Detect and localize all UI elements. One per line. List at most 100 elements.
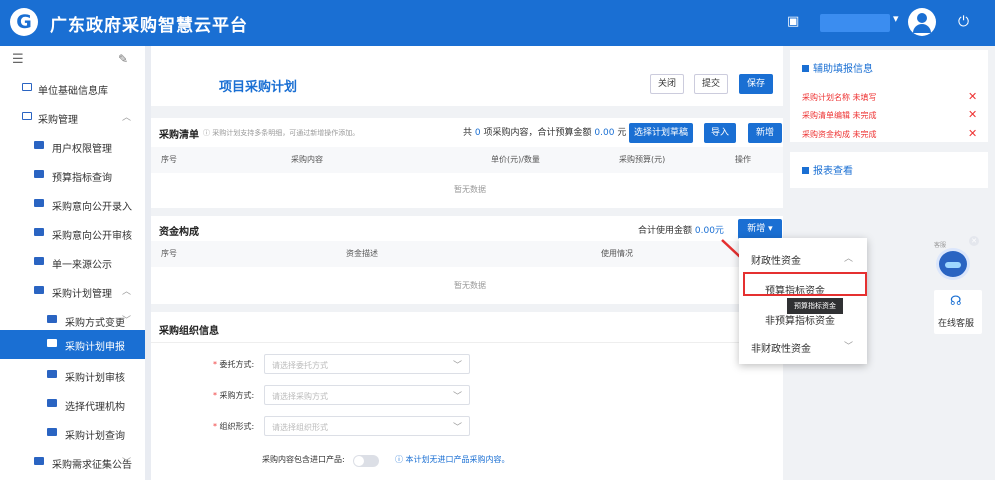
dropdown-item-label: 非财政性资金 bbox=[751, 344, 811, 355]
robot-badge: 客服 bbox=[934, 242, 947, 249]
sidebar-item-label: 采购意向公开审核 bbox=[52, 231, 132, 242]
main-content: 项目采购计划 关闭 提交 保存 采购清单 ⓘ 采购计划支持多条明细，可通过新增操… bbox=[151, 46, 783, 480]
total-label: 合计使用金额 bbox=[638, 226, 693, 236]
import-label: 采购内容包含进口产品: bbox=[262, 455, 345, 464]
add-item-button[interactable]: 新增 bbox=[748, 123, 782, 143]
select-draft-button[interactable]: 选择计划草稿 bbox=[629, 123, 693, 143]
sidebar-toolbar: ☰ ✎ bbox=[0, 46, 145, 74]
import-toggle[interactable] bbox=[353, 455, 379, 467]
column-header: 操作 bbox=[735, 155, 751, 164]
method-select[interactable]: 请选择采购方式 ﹀ bbox=[264, 385, 470, 405]
app-title: 广东政府采购智慧云平台 bbox=[50, 16, 248, 36]
close-button[interactable]: 关闭 bbox=[650, 74, 684, 94]
entrust-label: * 委托方式: bbox=[213, 360, 255, 369]
sidebar-item-select-agency[interactable]: 选择代理机构 bbox=[0, 390, 145, 419]
dropdown-item-label: 非预算指标资金 bbox=[765, 316, 835, 327]
sidebar-item-plan-review[interactable]: 采购计划审核 bbox=[0, 361, 145, 390]
user-name-blurred[interactable] bbox=[820, 14, 890, 32]
submit-button[interactable]: 提交 bbox=[694, 74, 728, 94]
chevron-down-icon: ﹀ bbox=[452, 423, 462, 433]
pin-icon[interactable]: ✎ bbox=[118, 52, 128, 66]
org-info-card: 采购组织信息 * 委托方式: 请选择委托方式 ﹀ * 采购方式: 请选择采购方式 ﹀… bbox=[151, 312, 783, 480]
close-icon[interactable]: ✕ bbox=[969, 236, 979, 246]
sidebar-item-plan-declare[interactable]: 采购计划申报 bbox=[0, 330, 145, 359]
sidebar-item-unit-info[interactable]: 单位基础信息库 bbox=[0, 74, 145, 103]
purchase-summary: 共 0 项采购内容，合计预算金额 0.00 元 bbox=[463, 125, 626, 138]
headset-icon: ☊ bbox=[950, 294, 962, 309]
sidebar-item-plan-management[interactable]: 采购计划管理 ︿ bbox=[0, 277, 145, 306]
error-icon: ✕ bbox=[968, 108, 978, 121]
column-header: 资金描述 bbox=[346, 249, 378, 258]
sidebar-item-budget-query[interactable]: 预算指标查询 bbox=[0, 161, 145, 190]
funding-total: 合计使用金额 0.00元 bbox=[638, 223, 724, 236]
doc-icon bbox=[34, 228, 44, 236]
assist-panel: 辅助填报信息 采购计划名称 未填写 ✕ 采购清单编辑 未完成 ✕ 采购资金构成 … bbox=[790, 50, 988, 142]
menu-icon[interactable]: ☰ bbox=[12, 52, 24, 67]
doc-icon bbox=[34, 170, 44, 178]
empty-state: 暂无数据 bbox=[454, 185, 486, 194]
chevron-down-icon[interactable]: ▾ bbox=[893, 12, 899, 25]
chevron-up-icon: ︿ bbox=[843, 254, 853, 264]
assist-item[interactable]: 采购清单编辑 未完成 bbox=[802, 110, 877, 121]
select-placeholder: 请选择采购方式 bbox=[272, 392, 328, 401]
doc-icon bbox=[34, 257, 44, 265]
sidebar-item-label: 采购计划管理 bbox=[52, 289, 112, 300]
chat-robot[interactable]: 客服 ✕ bbox=[934, 236, 979, 286]
sidebar-item-label: 采购需求征集公告 bbox=[52, 460, 132, 471]
sidebar-item-label: 预算指标查询 bbox=[52, 173, 112, 184]
entrust-select[interactable]: 请选择委托方式 ﹀ bbox=[264, 354, 470, 374]
purchase-list-title: 采购清单 bbox=[159, 130, 199, 141]
funding-card: 资金构成 合计使用金额 0.00元 新增 ▾ 序号 资金描述 使用情况 暂无数据 bbox=[151, 216, 783, 304]
sidebar-item-label: 用户权限管理 bbox=[52, 144, 112, 155]
sidebar-item-single-source[interactable]: 单一来源公示 bbox=[0, 248, 145, 277]
sidebar-item-intent-review[interactable]: 采购意向公开审核 bbox=[0, 219, 145, 248]
sidebar-item-intent-entry[interactable]: 采购意向公开录入 bbox=[0, 190, 145, 219]
funding-title: 资金构成 bbox=[159, 227, 199, 238]
purchase-list-card: 采购清单 ⓘ 采购计划支持多条明细，可通过新增操作添加。 共 0 项采购内容，合… bbox=[151, 118, 783, 208]
sidebar-item-label: 采购方式变更 bbox=[65, 318, 125, 329]
form-type-select[interactable]: 请选择组织形式 ﹀ bbox=[264, 416, 470, 436]
column-header: 采购预算(元) bbox=[619, 155, 666, 164]
robot-avatar-icon bbox=[936, 248, 970, 280]
budget-amount: 0.00 bbox=[594, 128, 615, 138]
field-label: 组织形式: bbox=[219, 422, 255, 431]
total-amount: 0.00元 bbox=[694, 226, 724, 236]
form-header-card: 项目采购计划 关闭 提交 保存 bbox=[151, 46, 783, 106]
report-title[interactable]: 报表查看 bbox=[802, 162, 853, 177]
add-funding-button[interactable]: 新增 ▾ bbox=[738, 219, 782, 239]
power-icon[interactable]: ⏻ bbox=[958, 14, 969, 30]
dropdown-item-non-fiscal[interactable]: 非财政性资金 ﹀ bbox=[739, 332, 867, 360]
assist-item-status: 未完成 bbox=[852, 111, 877, 120]
top-header: G 广东政府采购智慧云平台 ▣ ▾ ⏻ bbox=[0, 0, 995, 46]
chevron-down-icon: ▾ bbox=[765, 224, 773, 234]
assist-item[interactable]: 采购计划名称 未填写 bbox=[802, 92, 877, 103]
add-funding-label: 新增 bbox=[747, 224, 766, 234]
qr-code-icon[interactable]: ▣ bbox=[787, 14, 803, 30]
doc-icon bbox=[34, 457, 44, 465]
assist-item[interactable]: 采购资金构成 未完成 bbox=[802, 129, 877, 140]
import-hint: ⓘ 本计划无进口产品采购内容。 bbox=[395, 455, 510, 464]
purchase-table-header: 序号 采购内容 单价(元)/数量 采购预算(元) 操作 bbox=[151, 147, 783, 173]
sidebar-item-plan-query[interactable]: 采购计划查询 bbox=[0, 419, 145, 448]
assist-title: 辅助填报信息 bbox=[802, 60, 873, 75]
online-service-button[interactable]: ☊ 在线客服 bbox=[934, 290, 982, 334]
sidebar-item-label: 单位基础信息库 bbox=[38, 86, 108, 97]
sidebar-item-procurement[interactable]: 采购管理 ︿ bbox=[0, 103, 145, 132]
sidebar-item-demand-notice[interactable]: 采购需求征集公告 ﹀ bbox=[0, 448, 145, 477]
field-label: 采购方式: bbox=[219, 391, 255, 400]
error-icon: ✕ bbox=[968, 90, 978, 103]
purchase-list-hint: ⓘ 采购计划支持多条明细，可通过新增操作添加。 bbox=[203, 129, 360, 137]
avatar[interactable] bbox=[908, 8, 936, 36]
sidebar-item-permissions[interactable]: 用户权限管理 bbox=[0, 132, 145, 161]
assist-item-name: 采购计划名称 bbox=[802, 93, 850, 102]
doc-icon bbox=[34, 286, 44, 294]
import-button[interactable]: 导入 bbox=[704, 123, 736, 143]
chevron-down-icon: ﹀ bbox=[452, 361, 462, 371]
field-label: 委托方式: bbox=[219, 360, 255, 369]
doc-icon bbox=[47, 428, 57, 436]
error-icon: ✕ bbox=[968, 127, 978, 140]
select-placeholder: 请选择组织形式 bbox=[272, 423, 328, 432]
dropdown-item-fiscal[interactable]: 财政性资金 ︿ bbox=[739, 244, 867, 272]
save-button[interactable]: 保存 bbox=[739, 74, 773, 94]
doc-icon bbox=[47, 399, 57, 407]
